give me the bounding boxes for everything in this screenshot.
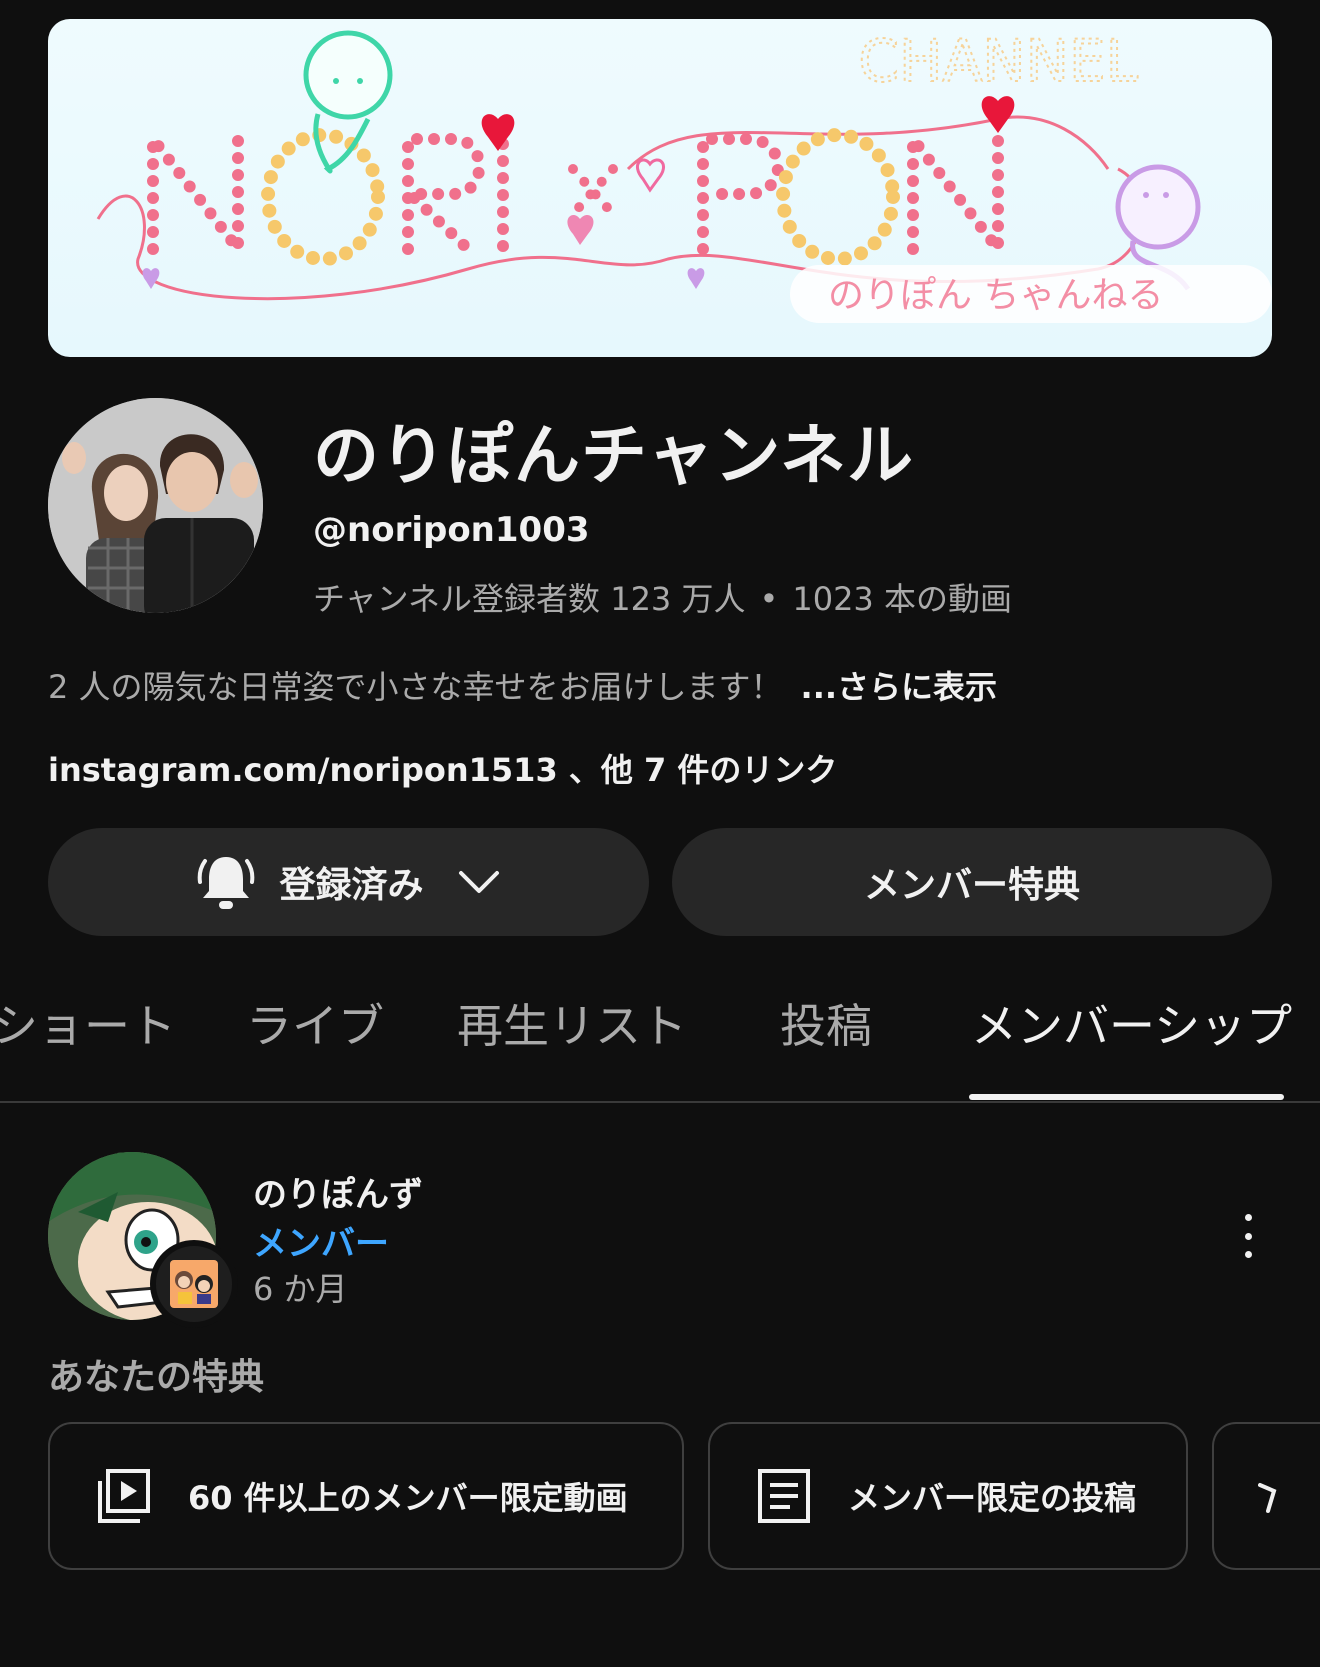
channel-page: CHANNEL のりぽん ちゃんねる のりぽんチャンネル @noripon100… <box>0 0 1320 1667</box>
perk-emoji[interactable] <box>1212 1422 1320 1570</box>
tab-posts[interactable]: 投稿 <box>780 990 872 1056</box>
tab-membership[interactable]: メンバーシップ <box>971 990 1292 1056</box>
video-count: 1023 本の動画 <box>792 580 1012 618</box>
perks-title: あなたの特典 <box>48 1357 265 1398</box>
channel-stats: チャンネル登録者数 123 万人 • 1023 本の動画 <box>313 574 1012 620</box>
post-icon <box>758 1469 810 1523</box>
tab-shorts[interactable]: ショート <box>0 990 176 1056</box>
stats-separator: • <box>759 580 779 618</box>
member-name: のりぽんず <box>253 1175 423 1215</box>
description-text: 2 人の陽気な日常姿で小さな幸せをお届けします！ <box>48 668 783 706</box>
tabs-divider <box>0 1101 1320 1103</box>
subscribed-button[interactable]: 登録済み <box>48 828 649 936</box>
emoji-icon <box>1258 1483 1277 1513</box>
tab-playlists[interactable]: 再生リスト <box>457 990 687 1056</box>
member-duration: 6 か月 <box>253 1270 348 1308</box>
bell-icon <box>198 857 255 909</box>
membership-perks-button[interactable]: メンバー特典 <box>672 828 1272 936</box>
member-badge <box>150 1240 238 1328</box>
tab-live[interactable]: ライブ <box>246 990 384 1056</box>
channel-handle: @noripon1003 <box>313 510 590 550</box>
channel-tabs: ショート ライブ 再生リスト 投稿 メンバーシップ <box>0 990 1320 1102</box>
chevron-down-icon <box>458 871 499 893</box>
more-vertical-icon[interactable] <box>1232 1214 1264 1258</box>
subscribed-label: 登録済み <box>279 865 424 906</box>
channel-name: のりぽんチャンネル <box>313 417 915 494</box>
perk-members-only-posts[interactable]: メンバー限定の投稿 <box>708 1422 1188 1570</box>
perk-label: 60 件以上のメンバー限定動画 <box>188 1479 628 1517</box>
subscriber-count: チャンネル登録者数 123 万人 <box>313 580 746 618</box>
perk-label: メンバー限定の投稿 <box>848 1479 1137 1517</box>
member-level: メンバー <box>253 1224 389 1264</box>
channel-links[interactable]: instagram.com/noripon1513 、他 7 件のリンク <box>48 745 837 791</box>
video-library-icon <box>98 1469 150 1523</box>
membership-perks-label: メンバー特典 <box>863 865 1080 906</box>
channel-banner: CHANNEL のりぽん ちゃんねる <box>48 19 1272 357</box>
channel-avatar[interactable] <box>48 398 263 613</box>
banner-tagline: のりぽん ちゃんねる <box>828 275 1163 316</box>
banner-corner-text: CHANNEL <box>858 27 1138 95</box>
active-tab-indicator <box>969 1094 1284 1100</box>
channel-description[interactable]: 2 人の陽気な日常姿で小さな幸せをお届けします！ ...さらに表示 <box>48 662 997 708</box>
perk-members-only-videos[interactable]: 60 件以上のメンバー限定動画 <box>48 1422 684 1570</box>
show-more-link[interactable]: ...さらに表示 <box>801 668 997 706</box>
